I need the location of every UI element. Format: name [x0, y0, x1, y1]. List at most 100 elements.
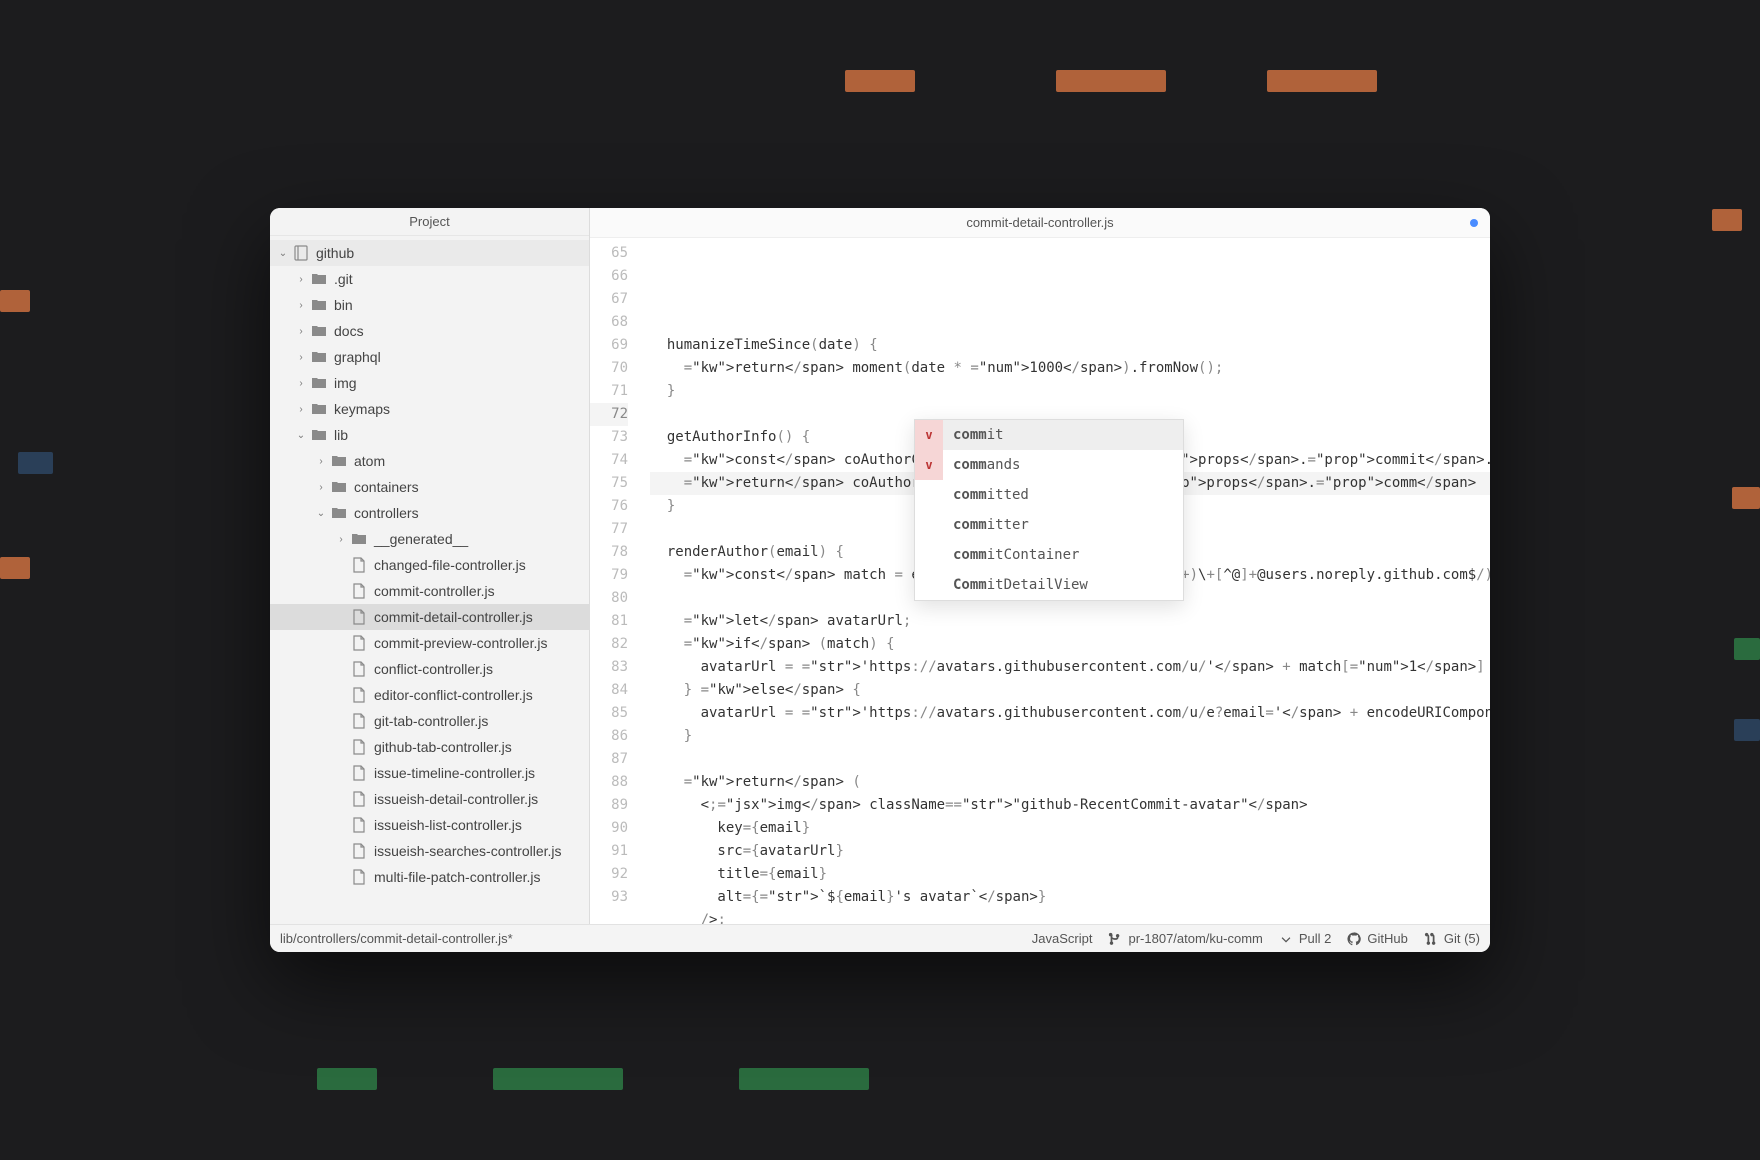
- folder-icon: [330, 452, 348, 470]
- tree-file[interactable]: commit-controller.js: [270, 578, 589, 604]
- code-line[interactable]: ="kw">return</span> moment(date * ="num"…: [650, 357, 1490, 380]
- tree-label: issueish-detail-controller.js: [374, 791, 538, 807]
- disclosure-icon[interactable]: ›: [334, 534, 348, 545]
- code-line[interactable]: ="kw">return</span> (: [650, 771, 1490, 794]
- file-icon: [350, 582, 368, 600]
- disclosure-icon[interactable]: ›: [294, 274, 308, 285]
- tree-file[interactable]: changed-file-controller.js: [270, 552, 589, 578]
- code-line[interactable]: ="kw">if</span> (match) {: [650, 633, 1490, 656]
- bg-decor: [317, 1068, 377, 1090]
- code-content[interactable]: humanizeTimeSince(date) { ="kw">return</…: [638, 238, 1490, 924]
- tree-folder[interactable]: › bin: [270, 292, 589, 318]
- status-git[interactable]: Git (5): [1424, 931, 1480, 946]
- autocomplete-item[interactable]: CommitDetailView: [915, 570, 1183, 600]
- autocomplete-item[interactable]: vcommands: [915, 450, 1183, 480]
- folder-icon: [310, 296, 328, 314]
- tree-folder[interactable]: ›keymaps: [270, 396, 589, 422]
- code-line[interactable]: ="kw">let</span> avatarUrl;: [650, 610, 1490, 633]
- folder-icon: [350, 530, 368, 548]
- autocomplete-popup[interactable]: vcommitvcommands committed committercommit…: [914, 419, 1184, 601]
- tree-label: issue-timeline-controller.js: [374, 765, 535, 781]
- autocomplete-item[interactable]: committed: [915, 480, 1183, 510]
- status-pull[interactable]: Pull 2: [1279, 931, 1332, 946]
- tree-folder[interactable]: ›atom: [270, 448, 589, 474]
- code-line[interactable]: key={email}: [650, 817, 1490, 840]
- code-line[interactable]: title={email}: [650, 863, 1490, 886]
- file-icon: [350, 712, 368, 730]
- code-line[interactable]: } ="kw">else</span> {: [650, 679, 1490, 702]
- folder-icon: [310, 426, 328, 444]
- autocomplete-item[interactable]: committer: [915, 510, 1183, 540]
- disclosure-icon[interactable]: ›: [294, 326, 308, 337]
- tree-file[interactable]: issue-timeline-controller.js: [270, 760, 589, 786]
- tab-bar[interactable]: commit-detail-controller.js: [590, 208, 1490, 238]
- tree-file[interactable]: issueish-detail-controller.js: [270, 786, 589, 812]
- disclosure-icon[interactable]: ›: [294, 404, 308, 415]
- autocomplete-item[interactable]: commitContainer: [915, 540, 1183, 570]
- tree-file[interactable]: commit-detail-controller.js: [270, 604, 589, 630]
- disclosure-icon[interactable]: ›: [314, 482, 328, 493]
- tree-label: img: [334, 375, 357, 391]
- tree-label: github-tab-controller.js: [374, 739, 512, 755]
- tree-label: containers: [354, 479, 419, 495]
- tree-folder[interactable]: › img: [270, 370, 589, 396]
- status-branch[interactable]: pr-1807/atom/ku-comm: [1108, 931, 1262, 946]
- folder-icon: [330, 504, 348, 522]
- autocomplete-label: committed: [953, 484, 1029, 507]
- code-area[interactable]: 6566676869707172737475767778798081828384…: [590, 238, 1490, 924]
- disclosure-icon[interactable]: ⌄: [314, 508, 328, 519]
- folder-icon: [330, 478, 348, 496]
- status-bar: lib/controllers/commit-detail-controller…: [270, 924, 1490, 952]
- tree-folder[interactable]: ›.git: [270, 266, 589, 292]
- status-language[interactable]: JavaScript: [1032, 931, 1093, 946]
- code-line[interactable]: avatarUrl = ="str">'https://avatars.gith…: [650, 702, 1490, 725]
- code-line[interactable]: [650, 748, 1490, 771]
- tab-title[interactable]: commit-detail-controller.js: [966, 215, 1113, 230]
- disclosure-icon[interactable]: ›: [314, 456, 328, 467]
- file-icon: [350, 686, 368, 704]
- status-github[interactable]: GitHub: [1347, 931, 1407, 946]
- code-line[interactable]: <;="jsx">img</span> className=="str">"gi…: [650, 794, 1490, 817]
- tree-folder[interactable]: ⌄controllers: [270, 500, 589, 526]
- dirty-indicator-icon: [1470, 219, 1478, 227]
- tree-folder[interactable]: ›docs: [270, 318, 589, 344]
- code-line[interactable]: }: [650, 725, 1490, 748]
- disclosure-icon[interactable]: ⌄: [276, 248, 290, 259]
- folder-icon: [310, 400, 328, 418]
- tree-folder[interactable]: ⌄ github: [270, 240, 589, 266]
- tree-file[interactable]: github-tab-controller.js: [270, 734, 589, 760]
- tree-folder[interactable]: ›__generated__: [270, 526, 589, 552]
- code-line[interactable]: />;: [650, 909, 1490, 924]
- code-line[interactable]: src={avatarUrl}: [650, 840, 1490, 863]
- disclosure-icon[interactable]: ›: [294, 352, 308, 363]
- code-line[interactable]: avatarUrl = ="str">'https://avatars.gith…: [650, 656, 1490, 679]
- tree-file[interactable]: editor-conflict-controller.js: [270, 682, 589, 708]
- bg-decor: [1734, 719, 1760, 741]
- bg-decor: [845, 70, 915, 92]
- code-line[interactable]: [650, 311, 1490, 334]
- tree-file[interactable]: conflict-controller.js: [270, 656, 589, 682]
- tree-folder[interactable]: ›graphql: [270, 344, 589, 370]
- status-file-path[interactable]: lib/controllers/commit-detail-controller…: [280, 931, 1016, 946]
- bg-decor: [493, 1068, 623, 1090]
- disclosure-icon[interactable]: ›: [294, 378, 308, 389]
- tree-file[interactable]: issueish-list-controller.js: [270, 812, 589, 838]
- disclosure-icon[interactable]: ⌄: [294, 430, 308, 441]
- github-icon: [1347, 932, 1361, 946]
- tree-label: github: [316, 245, 354, 261]
- file-icon: [350, 556, 368, 574]
- code-line[interactable]: }: [650, 380, 1490, 403]
- tree-label: bin: [334, 297, 353, 313]
- tree-file[interactable]: git-tab-controller.js: [270, 708, 589, 734]
- tree-folder[interactable]: › containers: [270, 474, 589, 500]
- tree-file[interactable]: issueish-searches-controller.js: [270, 838, 589, 864]
- disclosure-icon[interactable]: ›: [294, 300, 308, 311]
- code-line[interactable]: humanizeTimeSince(date) {: [650, 334, 1490, 357]
- tree-folder[interactable]: ⌄lib: [270, 422, 589, 448]
- autocomplete-item[interactable]: vcommit: [915, 420, 1183, 450]
- file-tree[interactable]: ⌄github›.git›bin›docs›graphql›img›keymap…: [270, 236, 589, 924]
- file-icon: [350, 816, 368, 834]
- code-line[interactable]: alt={="str">`${email}'s avatar`</span>}: [650, 886, 1490, 909]
- tree-file[interactable]: multi-file-patch-controller.js: [270, 864, 589, 890]
- tree-file[interactable]: commit-preview-controller.js: [270, 630, 589, 656]
